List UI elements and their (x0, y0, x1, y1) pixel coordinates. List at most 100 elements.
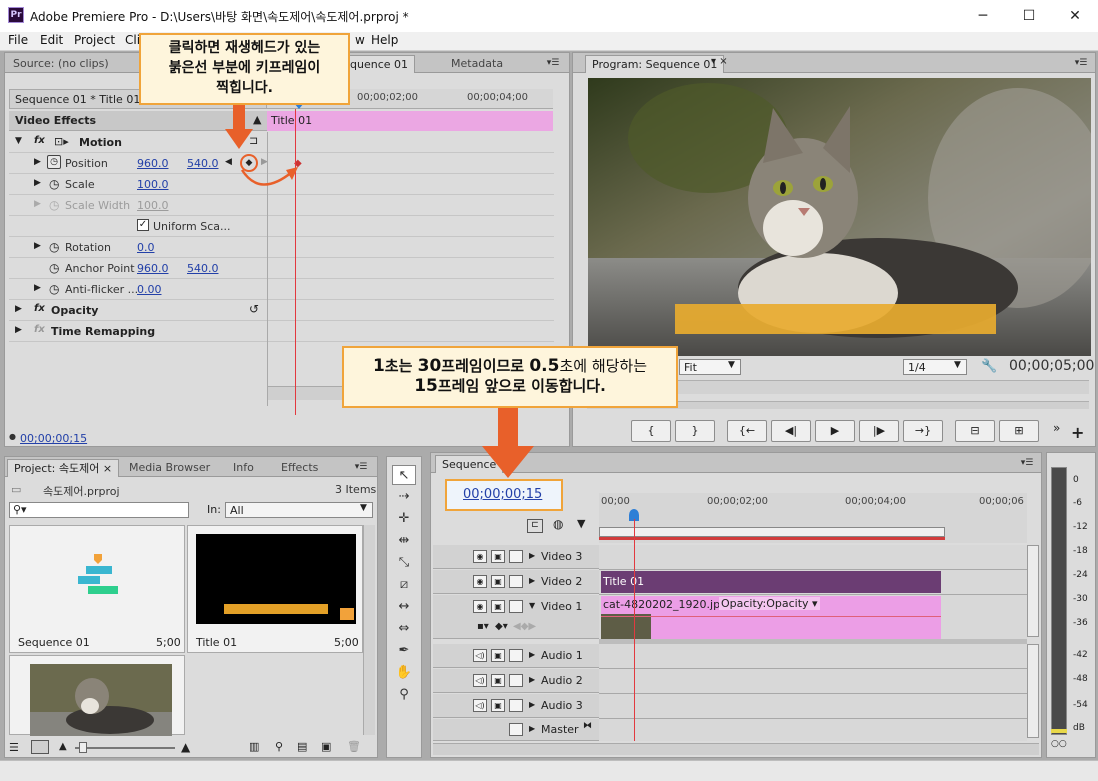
project-scrollbar[interactable] (363, 525, 375, 735)
expand-triangle-icon[interactable]: ▶ (529, 675, 535, 684)
expand-triangle-icon[interactable]: ▼ (529, 601, 535, 610)
title-item-tile[interactable]: Title 01 5;00 (187, 525, 363, 653)
expand-triangle-icon[interactable]: ▶ (15, 325, 22, 335)
tab-program[interactable]: Program: Sequence 01 (585, 55, 725, 73)
fx-icon[interactable]: fx (34, 303, 45, 314)
opacity-row[interactable]: ▶ fx Opacity ↺ (9, 300, 267, 321)
mark-out-button[interactable]: } (675, 420, 715, 442)
zoom-out-icon[interactable]: ▲ (59, 741, 67, 752)
title-clip[interactable]: Title 01 (601, 571, 941, 593)
expand-triangle-icon[interactable]: ▶ (529, 576, 535, 585)
keyframe-toggle-icon[interactable]: ◆▾ (495, 621, 508, 632)
program-video-frame[interactable] (588, 78, 1091, 356)
video-tracks-scrollbar[interactable] (1027, 545, 1039, 637)
eye-icon[interactable]: ◉ (473, 550, 487, 563)
anchor-x-value[interactable]: 960.0 (137, 262, 169, 275)
expand-triangle-icon[interactable]: ▼ (15, 136, 22, 146)
speaker-icon[interactable]: ◁) (473, 674, 487, 687)
slide-tool-icon[interactable]: ⇔ (392, 619, 416, 639)
snap-icon[interactable]: ⊏ (527, 519, 543, 533)
razor-tool-icon[interactable]: ⧄ (392, 575, 416, 595)
resolution-dropdown[interactable]: 1/4 ▼ (903, 359, 967, 375)
keyframe-nav-icon[interactable]: ◀◆▶ (513, 621, 536, 632)
clip-bar[interactable]: Title 01 (267, 111, 553, 131)
sync-lock-icon[interactable]: ▣ (491, 674, 505, 687)
master-output-icon[interactable]: ⧓ (583, 721, 592, 731)
mark-in-button[interactable]: { (631, 420, 671, 442)
go-to-out-button[interactable]: →} (903, 420, 943, 442)
zoom-slider-thumb[interactable] (79, 742, 87, 753)
zoom-tool-icon[interactable]: ⚲ (392, 685, 416, 705)
linked-selection-icon[interactable]: ◍ (553, 517, 563, 531)
go-to-in-button[interactable]: {← (727, 420, 767, 442)
ripple-edit-tool-icon[interactable]: ✛ (392, 509, 416, 529)
anchor-y-value[interactable]: 540.0 (187, 262, 219, 275)
project-search-input[interactable]: ⚲▾ (9, 502, 189, 518)
expand-triangle-icon[interactable]: ▶ (529, 650, 535, 659)
image-item-tile[interactable] (9, 655, 185, 736)
timeline-h-scrollbar[interactable] (433, 743, 1039, 755)
find-icon[interactable]: ⚲ (275, 740, 283, 753)
tab-dropdown-icon[interactable]: ▾ × (711, 56, 728, 67)
uniform-scale-checkbox[interactable]: ✓ (137, 219, 149, 231)
expand-triangle-icon[interactable]: ▶ (34, 283, 41, 293)
menu-clip[interactable]: Cli (125, 33, 140, 47)
step-back-button[interactable]: ◀| (771, 420, 811, 442)
track-lock-icon[interactable] (509, 699, 523, 712)
track-lock-icon[interactable] (509, 723, 523, 736)
wrench-icon[interactable]: 🔧 (981, 359, 997, 374)
tab-effect-controls[interactable]: quence 01 (343, 55, 416, 73)
eye-icon[interactable]: ◉ (473, 600, 487, 613)
icon-view-icon[interactable] (31, 740, 49, 754)
track-select-tool-icon[interactable]: ⇢ (392, 487, 416, 507)
timeline-timecode-box[interactable]: 00;00;00;15 (445, 479, 563, 511)
track-lock-icon[interactable] (509, 674, 523, 687)
stopwatch-icon[interactable]: ◷ (49, 240, 59, 254)
tab-info[interactable]: Info (227, 459, 260, 477)
rolling-edit-tool-icon[interactable]: ⇹ (392, 531, 416, 551)
slip-tool-icon[interactable]: ↔ (392, 597, 416, 617)
speaker-icon[interactable]: ◁) (473, 699, 487, 712)
motion-transform-icon[interactable]: ⊡▸ (54, 135, 69, 148)
new-bin-icon[interactable]: ▤ (297, 740, 307, 753)
image-clip[interactable]: cat-4820202_1920.jpg Opacity:Opacity ▾ (601, 596, 941, 639)
menu-help[interactable]: Help (371, 33, 398, 47)
position-y-value[interactable]: 540.0 (187, 157, 219, 170)
opacity-fx-dropdown[interactable]: Opacity:Opacity ▾ (719, 597, 820, 610)
speaker-icon[interactable]: ◁) (473, 649, 487, 662)
fit-dropdown[interactable]: Fit ▼ (679, 359, 741, 375)
timeline-ruler[interactable]: 00;00 00;00;02;00 00;00;04;00 00;00;06 (599, 493, 1027, 543)
sync-lock-icon[interactable]: ▣ (491, 699, 505, 712)
panel-menu-icon[interactable]: ▾☰ (543, 57, 563, 69)
lift-button[interactable]: ⊟ (955, 420, 995, 442)
trash-icon[interactable]: 🗑 (347, 740, 361, 753)
hand-tool-icon[interactable]: ✋ (392, 663, 416, 683)
sync-lock-icon[interactable]: ▣ (491, 550, 505, 563)
stopwatch-icon[interactable]: ◷ (49, 282, 59, 296)
extract-button[interactable]: ⊞ (999, 420, 1039, 442)
expand-triangle-icon[interactable]: ▶ (15, 304, 22, 314)
zoom-in-icon[interactable]: ▲ (181, 740, 190, 754)
expand-triangle-icon[interactable]: ▶ (34, 178, 41, 188)
track-lock-icon[interactable] (509, 575, 523, 588)
track-lock-icon[interactable] (509, 649, 523, 662)
timeline-timecode[interactable]: 00;00;00;15 (463, 487, 542, 502)
tab-project[interactable]: Project: 속도제어 × (7, 459, 120, 477)
panel-menu-icon[interactable]: ▾☰ (351, 461, 371, 473)
maximize-button[interactable]: ☐ (1006, 0, 1052, 32)
reset-icon[interactable]: ↺ (249, 302, 259, 316)
menu-window[interactable]: w (355, 33, 365, 47)
menu-edit[interactable]: Edit (40, 33, 63, 47)
minimize-button[interactable]: ─ (960, 0, 1006, 32)
display-style-icon[interactable]: ▪▾ (477, 621, 489, 632)
menu-project[interactable]: Project (74, 33, 115, 47)
expand-triangle-icon[interactable]: ▶ (529, 551, 535, 560)
stopwatch-icon[interactable]: ◷ (49, 177, 59, 191)
track-lock-icon[interactable] (509, 600, 523, 613)
list-view-icon[interactable]: ☰ (9, 741, 19, 754)
panel-menu-icon[interactable]: ▾☰ (1071, 57, 1091, 69)
tab-effects[interactable]: Effects (275, 459, 324, 477)
sync-lock-icon[interactable]: ▣ (491, 575, 505, 588)
rotation-value[interactable]: 0.0 (137, 241, 155, 254)
position-x-value[interactable]: 960.0 (137, 157, 169, 170)
